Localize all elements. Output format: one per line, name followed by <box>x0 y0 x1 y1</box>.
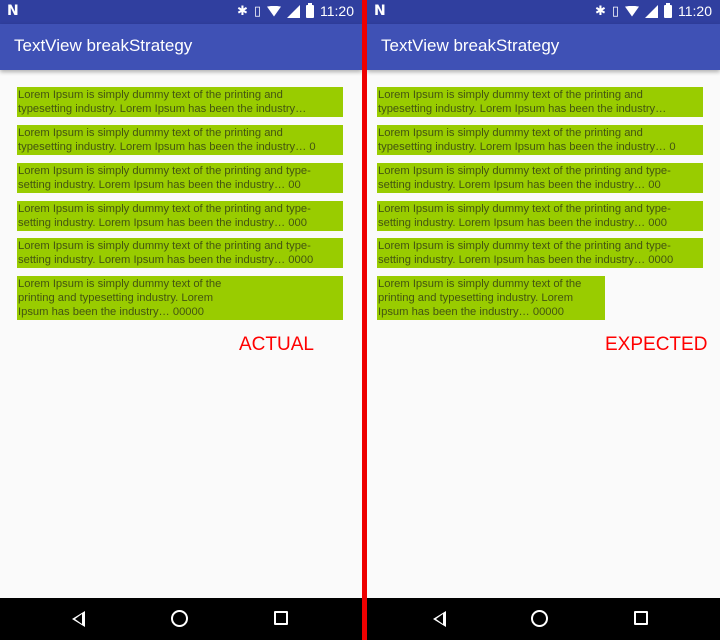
textview-4: Lorem Ipsum is simply dummy text of the … <box>17 201 343 231</box>
textview-5: Lorem Ipsum is simply dummy text of the … <box>377 238 703 268</box>
textview-6: Lorem Ipsum is simply dummy text of the … <box>377 276 605 320</box>
bluetooth-icon: ✱ <box>236 3 248 19</box>
vibrate-icon: ▯ <box>253 3 261 19</box>
navigation-bar <box>0 598 362 640</box>
status-icons: ✱ ▯ 11:20 <box>236 2 354 19</box>
back-icon[interactable] <box>433 611 446 627</box>
battery-icon <box>664 2 672 18</box>
textview-1: Lorem Ipsum is simply dummy text of the … <box>377 87 703 117</box>
home-icon[interactable] <box>171 610 188 627</box>
status-time: 11:20 <box>678 3 712 19</box>
content-area: Lorem Ipsum is simply dummy text of the … <box>367 70 720 598</box>
textview-5: Lorem Ipsum is simply dummy text of the … <box>17 238 343 268</box>
textview-6: Lorem Ipsum is simply dummy text of the … <box>17 276 343 320</box>
expected-panel: N ✱ ▯ 11:20 TextView breakStrategy Lorem… <box>367 0 720 640</box>
battery-icon <box>306 2 314 18</box>
app-bar: TextView breakStrategy <box>0 24 362 70</box>
status-bar: N ✱ ▯ 11:20 <box>0 0 362 24</box>
signal-icon <box>645 4 658 18</box>
recents-icon[interactable] <box>634 611 648 625</box>
status-bar: N ✱ ▯ 11:20 <box>367 0 720 24</box>
app-title: TextView breakStrategy <box>14 36 193 55</box>
back-icon[interactable] <box>72 611 85 627</box>
actual-label: ACTUAL <box>239 334 314 355</box>
content-area: Lorem Ipsum is simply dummy text of the … <box>0 70 362 598</box>
status-icons: ✱ ▯ 11:20 <box>594 2 712 19</box>
navigation-bar <box>367 598 720 640</box>
app-bar: TextView breakStrategy <box>367 24 720 70</box>
wifi-icon <box>625 5 639 17</box>
recents-icon[interactable] <box>274 611 288 625</box>
vibrate-icon: ▯ <box>611 3 619 19</box>
notification-icon: N <box>7 3 19 19</box>
expected-label: EXPECTED <box>605 334 708 355</box>
actual-panel: N ✱ ▯ 11:20 TextView breakStrategy Lorem… <box>0 0 362 640</box>
app-title: TextView breakStrategy <box>381 36 560 55</box>
textview-2: Lorem Ipsum is simply dummy text of the … <box>377 125 703 155</box>
status-time: 11:20 <box>320 3 354 19</box>
bluetooth-icon: ✱ <box>594 3 606 19</box>
textview-2: Lorem Ipsum is simply dummy text of the … <box>17 125 343 155</box>
textview-1: Lorem Ipsum is simply dummy text of the … <box>17 87 343 117</box>
textview-3: Lorem Ipsum is simply dummy text of the … <box>17 163 343 193</box>
textview-4: Lorem Ipsum is simply dummy text of the … <box>377 201 703 231</box>
wifi-icon <box>267 5 281 17</box>
textview-3: Lorem Ipsum is simply dummy text of the … <box>377 163 703 193</box>
notification-icon: N <box>374 3 386 19</box>
signal-icon <box>287 4 300 18</box>
home-icon[interactable] <box>531 610 548 627</box>
